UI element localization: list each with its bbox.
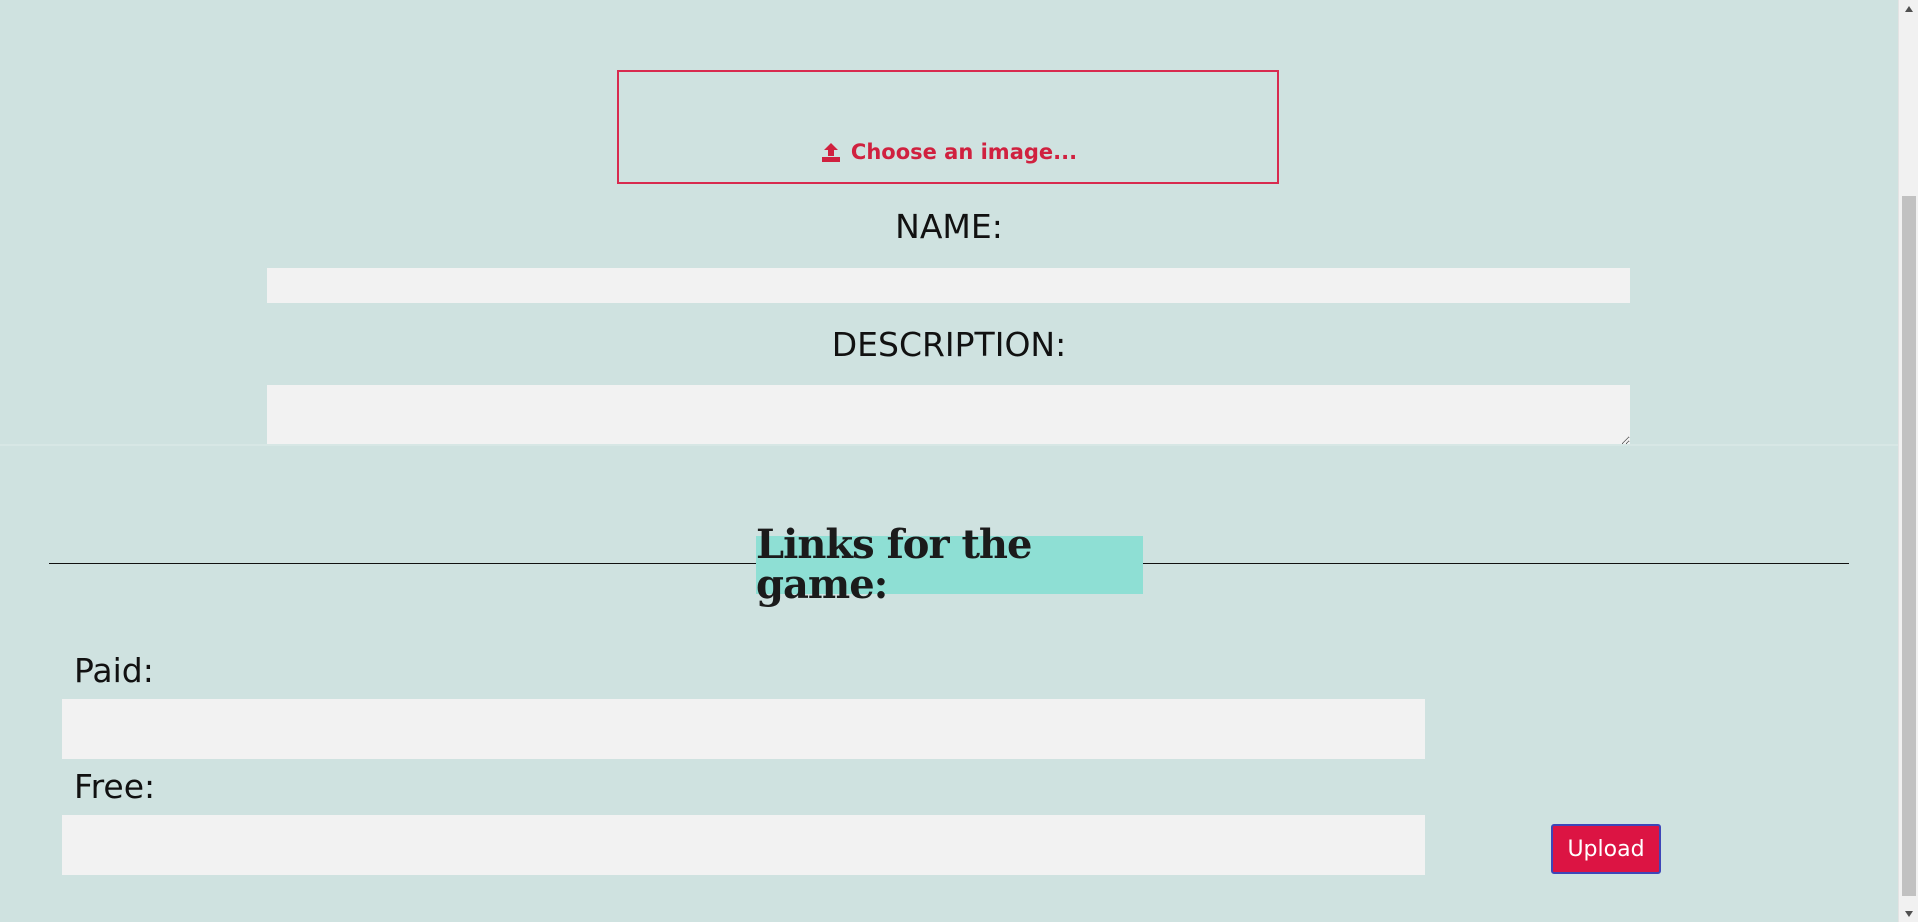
description-label: DESCRIPTION: <box>831 325 1067 364</box>
upload-icon <box>821 143 840 162</box>
links-heading: Links for the game: <box>756 521 1032 608</box>
vertical-scrollbar[interactable] <box>1898 0 1918 922</box>
description-input[interactable] <box>267 385 1630 445</box>
name-input[interactable] <box>267 268 1630 303</box>
page: Choose an image... NAME: DESCRIPTION: Li… <box>0 0 1898 922</box>
chevron-up-icon <box>1905 5 1913 12</box>
chevron-down-icon <box>1905 910 1913 917</box>
section-separator <box>0 444 1898 446</box>
paid-label: Paid: <box>74 651 154 690</box>
free-link-input[interactable] <box>62 815 1425 875</box>
links-heading-highlight: Links for the game: <box>756 525 1143 605</box>
image-upload-dropzone[interactable]: Choose an image... <box>617 70 1279 184</box>
image-upload-text: Choose an image... <box>850 140 1078 164</box>
upload-button[interactable]: Upload <box>1551 824 1661 874</box>
game-details-section: Choose an image... NAME: DESCRIPTION: <box>0 0 1898 445</box>
free-label: Free: <box>74 767 156 806</box>
name-label: NAME: <box>895 207 1003 246</box>
image-upload-label-group: Choose an image... <box>819 140 1077 164</box>
scrollbar-thumb[interactable] <box>1902 196 1916 896</box>
scroll-up-arrow[interactable] <box>1899 0 1918 17</box>
scroll-down-arrow[interactable] <box>1899 905 1918 922</box>
paid-link-input[interactable] <box>62 699 1425 759</box>
